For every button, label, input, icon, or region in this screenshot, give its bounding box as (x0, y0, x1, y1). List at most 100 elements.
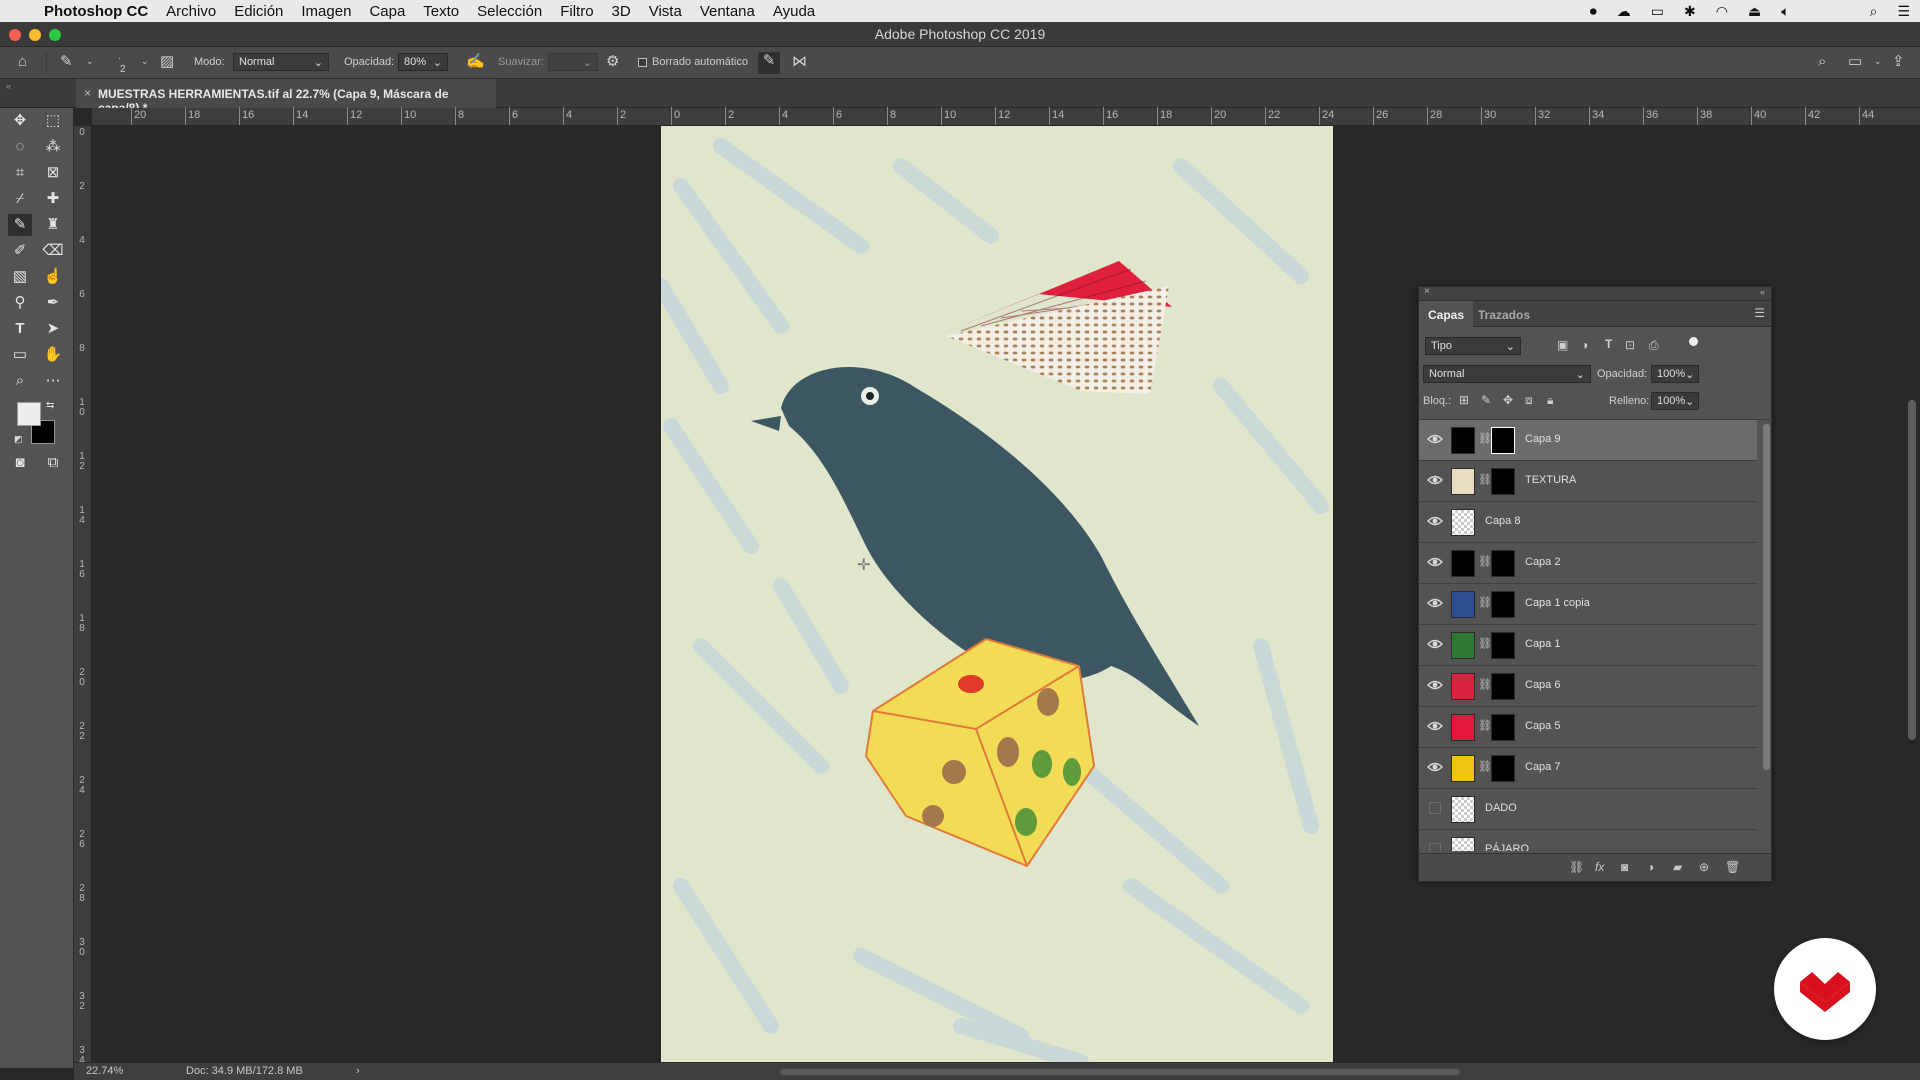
menu-seleccion[interactable]: Selección (477, 3, 542, 20)
brush-size-dot-icon[interactable]: · (118, 53, 121, 63)
smoothing-settings-gear-icon[interactable]: ⚙ (606, 53, 619, 71)
menu-archivo[interactable]: Archivo (166, 3, 216, 20)
layer-row[interactable]: ⛓ Capa 5 (1419, 707, 1757, 748)
share-icon[interactable]: ⇪ (1892, 53, 1905, 71)
layer-thumbnail[interactable] (1451, 427, 1475, 454)
eye-visibility-icon[interactable] (1427, 555, 1445, 571)
mask-link-icon[interactable]: ⛓ (1478, 719, 1492, 732)
rectangle-tool-icon[interactable]: ▭ (8, 344, 32, 366)
tab-capas[interactable]: Capas (1419, 301, 1474, 327)
mask-link-icon[interactable]: ⛓ (1478, 473, 1492, 486)
menu-ayuda[interactable]: Ayuda (773, 3, 815, 20)
menu-ventana[interactable]: Ventana (700, 3, 755, 20)
layer-row[interactable]: ⛓ TEXTURA (1419, 461, 1757, 502)
filter-shape-layer-icon[interactable]: ⊡ (1625, 338, 1635, 352)
lock-image-pixels-icon[interactable]: ✎ (1481, 393, 1491, 407)
wifi-icon[interactable]: ◠ (1716, 3, 1728, 20)
layer-thumbnail[interactable] (1451, 714, 1475, 741)
workspace-icon[interactable]: ▭ (1848, 53, 1862, 71)
layer-style-fx-icon[interactable]: fx (1595, 860, 1604, 874)
eye-visibility-icon[interactable] (1427, 432, 1445, 448)
layer-row[interactable]: Capa 8 (1419, 502, 1757, 543)
eye-visibility-icon[interactable] (1427, 637, 1445, 653)
layer-thumbnail[interactable] (1451, 796, 1475, 823)
lasso-tool-icon[interactable]: ◌ (8, 136, 32, 158)
hidden-visibility-box[interactable] (1427, 842, 1445, 851)
screen-mode-icon[interactable]: ⧉ (41, 452, 65, 474)
move-tool-icon[interactable]: ✥ (8, 110, 32, 132)
new-layer-icon[interactable]: ⊕ (1699, 860, 1709, 874)
search-icon[interactable]: ⌕ (1818, 53, 1826, 71)
swap-colors-icon[interactable]: ⇆ (46, 400, 54, 411)
brush-settings-icon[interactable]: ▨ (160, 53, 174, 71)
menu-vista[interactable]: Vista (649, 3, 682, 20)
delete-layer-trash-icon[interactable]: 🗑︎ (1725, 860, 1740, 874)
filter-type-layer-icon[interactable]: T (1605, 337, 1612, 351)
smoothing-field[interactable]: ⌄ (548, 53, 598, 71)
zoom-tool-icon[interactable]: ⌕ (8, 370, 32, 392)
eye-visibility-icon[interactable] (1427, 596, 1445, 612)
gradient-tool-icon[interactable]: ▧ (8, 266, 32, 288)
eye-visibility-icon[interactable] (1427, 719, 1445, 735)
type-tool-icon[interactable]: T (8, 318, 32, 340)
mask-link-icon[interactable]: ⛓ (1478, 637, 1492, 650)
brush-picker-chevron-icon[interactable]: ⌄ (141, 56, 149, 67)
eyedropper-tool-icon[interactable]: ⌿ (8, 188, 32, 210)
layer-mask-thumbnail[interactable] (1491, 591, 1515, 618)
eye-visibility-icon[interactable] (1427, 760, 1445, 776)
symmetry-icon[interactable]: ⋈ (792, 53, 807, 71)
notification-center-icon[interactable]: ☰ (1897, 3, 1910, 20)
hidden-visibility-box[interactable] (1427, 801, 1445, 817)
menu-app-name[interactable]: Photoshop CC (44, 3, 148, 20)
layer-thumbnail[interactable] (1451, 673, 1475, 700)
lock-transparent-pixels-icon[interactable]: ⊞ (1459, 393, 1469, 407)
crop-tool-icon[interactable]: ⌗ (8, 162, 32, 184)
history-brush-tool-icon[interactable]: ✐ (8, 240, 32, 262)
layer-mask-thumbnail[interactable] (1491, 427, 1515, 454)
zoom-level[interactable]: 22.74% (86, 1065, 123, 1077)
quick-mask-icon[interactable]: ◙ (8, 452, 32, 474)
eraser-tool-icon[interactable]: ⌫ (41, 240, 65, 262)
collapse-panel-icon[interactable]: « (1760, 287, 1765, 297)
lock-all-icon[interactable]: 🔒︎ (1547, 393, 1553, 408)
layer-thumbnail[interactable] (1451, 755, 1475, 782)
document-canvas[interactable] (661, 126, 1333, 1062)
marquee-tool-icon[interactable]: ⬚ (41, 110, 65, 132)
filter-toggle-switch[interactable] (1689, 337, 1698, 346)
workspace-vertical-scrollbar[interactable] (1908, 400, 1916, 740)
foreground-color-swatch[interactable] (17, 402, 41, 426)
document-tab[interactable]: × MUESTRAS HERRAMIENTAS.tif al 22.7% (Ca… (76, 79, 496, 115)
filter-pixel-layer-icon[interactable]: ▣ (1557, 338, 1568, 352)
path-selection-tool-icon[interactable]: ➤ (41, 318, 65, 340)
mode-select[interactable]: Normal ⌄ (233, 53, 329, 71)
filter-smart-object-icon[interactable]: ⎙ (1649, 338, 1659, 353)
pressure-opacity-icon[interactable]: ✍ (466, 53, 485, 71)
layer-blend-mode-select[interactable]: Normal ⌄ (1423, 365, 1591, 383)
layer-thumbnail[interactable] (1451, 509, 1475, 536)
layer-row[interactable]: DADO (1419, 789, 1757, 830)
workspace-chevron-icon[interactable]: ⌄ (1874, 56, 1882, 67)
tab-trazados[interactable]: Trazados (1469, 301, 1539, 327)
collapse-toolbar-icon[interactable]: « (6, 81, 11, 91)
mask-link-icon[interactable]: ⛓ (1478, 760, 1492, 773)
healing-brush-tool-icon[interactable]: ✚ (41, 188, 65, 210)
eye-visibility-icon[interactable] (1427, 678, 1445, 694)
frame-tool-icon[interactable]: ⊠ (41, 162, 65, 184)
menu-edicion[interactable]: Edición (234, 3, 283, 20)
layer-thumbnail[interactable] (1451, 632, 1475, 659)
panel-menu-icon[interactable]: ☰ (1754, 306, 1765, 320)
bluetooth-icon[interactable]: ✱ (1684, 3, 1696, 20)
close-document-icon[interactable]: × (84, 86, 91, 100)
opacity-field[interactable]: 80% ⌄ (398, 53, 448, 71)
smudge-tool-icon[interactable]: ☝ (41, 266, 65, 288)
layer-mask-thumbnail[interactable] (1491, 673, 1515, 700)
magic-wand-tool-icon[interactable]: ⁂ (41, 136, 65, 158)
pressure-size-icon[interactable]: ✎ (758, 52, 780, 74)
close-panel-icon[interactable]: × (1424, 286, 1430, 297)
default-colors-icon[interactable]: ◩ (14, 434, 23, 445)
layer-thumbnail[interactable] (1451, 837, 1475, 851)
lock-position-icon[interactable]: ✥ (1503, 393, 1513, 407)
menu-filtro[interactable]: Filtro (560, 3, 593, 20)
document-size-info[interactable]: Doc: 34.9 MB/172.8 MB (186, 1065, 303, 1077)
menu-texto[interactable]: Texto (423, 3, 459, 20)
